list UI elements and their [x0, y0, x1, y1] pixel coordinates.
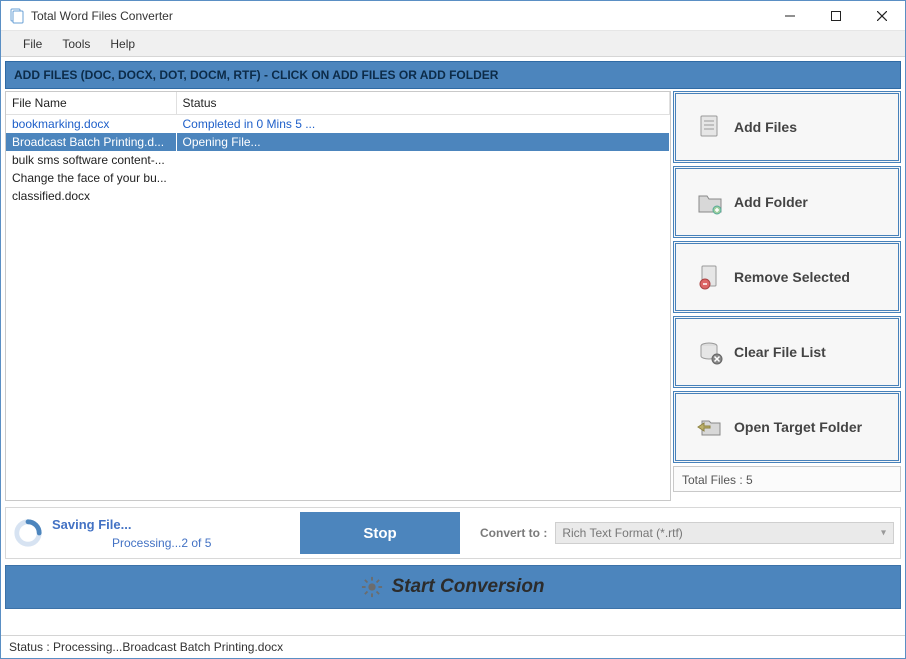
maximize-icon	[831, 11, 841, 21]
table-row[interactable]: bookmarking.docxCompleted in 0 Mins 5 ..…	[6, 115, 670, 134]
window-controls	[767, 1, 905, 30]
file-name-cell: classified.docx	[6, 187, 176, 205]
file-list[interactable]: File Name Status bookmarking.docxComplet…	[5, 91, 671, 501]
file-name-cell: bulk sms software content-...	[6, 151, 176, 169]
add-files-button[interactable]: Add Files	[673, 91, 901, 163]
close-button[interactable]	[859, 1, 905, 30]
file-status-cell: Opening File...	[176, 133, 670, 151]
open-target-button[interactable]: Open Target Folder	[673, 391, 901, 463]
menubar: File Tools Help	[1, 31, 905, 57]
window-title: Total Word Files Converter	[31, 9, 767, 23]
total-files-label: Total Files : 5	[673, 466, 901, 492]
titlebar: Total Word Files Converter	[1, 1, 905, 31]
app-icon	[9, 8, 25, 24]
start-conversion-label: Start Conversion	[391, 576, 544, 598]
progress-line2: Processing...2 of 5	[52, 536, 292, 550]
progress-line1: Saving File...	[52, 517, 292, 532]
open-target-label: Open Target Folder	[734, 419, 862, 435]
add-folder-button[interactable]: Add Folder	[673, 166, 901, 238]
table-row[interactable]: Change the face of your bu...	[6, 169, 670, 187]
progress-text: Saving File... Processing...2 of 5	[52, 517, 292, 550]
maximize-button[interactable]	[813, 1, 859, 30]
minimize-button[interactable]	[767, 1, 813, 30]
open-target-icon	[696, 413, 724, 441]
add-folder-label: Add Folder	[734, 194, 808, 210]
clear-list-button[interactable]: Clear File List	[673, 316, 901, 388]
column-header-filename[interactable]: File Name	[6, 92, 176, 115]
clear-list-icon	[696, 338, 724, 366]
file-name-cell: bookmarking.docx	[6, 115, 176, 134]
menu-help[interactable]: Help	[100, 33, 145, 55]
progress-row: Saving File... Processing...2 of 5 Stop …	[5, 507, 901, 559]
side-panel: Add Files Add Folder Remove Selected Cle…	[673, 91, 901, 501]
menu-tools[interactable]: Tools	[52, 33, 100, 55]
add-files-label: Add Files	[734, 119, 797, 135]
file-name-cell: Change the face of your bu...	[6, 169, 176, 187]
add-folder-icon	[696, 188, 724, 216]
column-header-status[interactable]: Status	[176, 92, 670, 115]
file-status-cell: Completed in 0 Mins 5 ...	[176, 115, 670, 134]
remove-selected-label: Remove Selected	[734, 269, 850, 285]
statusbar: Status : Processing...Broadcast Batch Pr…	[1, 635, 905, 658]
remove-selected-button[interactable]: Remove Selected	[673, 241, 901, 313]
table-row[interactable]: classified.docx	[6, 187, 670, 205]
convert-to-select[interactable]	[555, 522, 894, 544]
file-name-cell: Broadcast Batch Printing.d...	[6, 133, 176, 151]
stop-button[interactable]: Stop	[300, 512, 460, 554]
add-files-icon	[696, 113, 724, 141]
spinner-icon	[12, 517, 44, 549]
convert-to-label: Convert to :	[480, 526, 547, 540]
file-status-cell	[176, 169, 670, 187]
remove-selected-icon	[696, 263, 724, 291]
file-status-cell	[176, 187, 670, 205]
menu-file[interactable]: File	[13, 33, 52, 55]
gear-icon	[361, 576, 383, 598]
banner: ADD FILES (DOC, DOCX, DOT, DOCM, RTF) - …	[5, 61, 901, 89]
minimize-icon	[785, 11, 795, 21]
file-status-cell	[176, 151, 670, 169]
table-row[interactable]: bulk sms software content-...	[6, 151, 670, 169]
close-icon	[877, 11, 887, 21]
clear-list-label: Clear File List	[734, 344, 826, 360]
start-conversion-button[interactable]: Start Conversion	[5, 565, 901, 609]
table-row[interactable]: Broadcast Batch Printing.d...Opening Fil…	[6, 133, 670, 151]
